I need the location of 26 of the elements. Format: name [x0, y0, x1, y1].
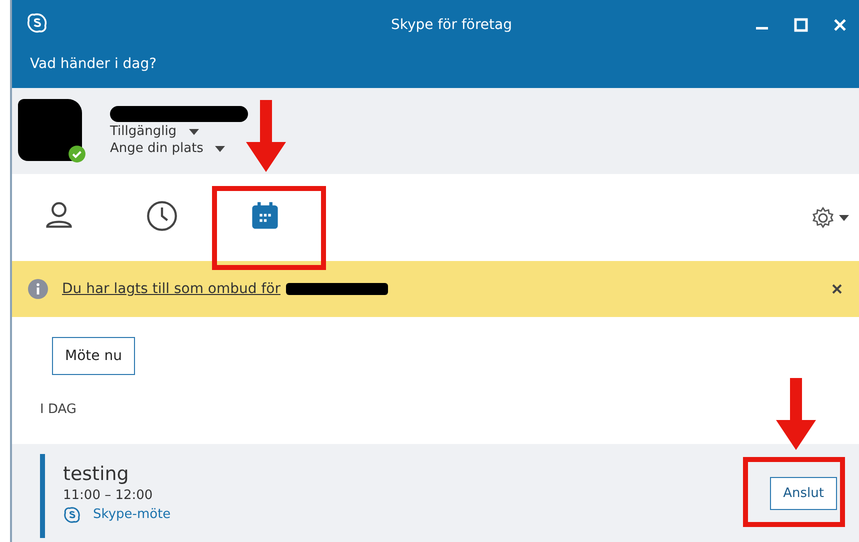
- skype-logo-icon: [63, 506, 81, 524]
- join-button[interactable]: Anslut: [770, 476, 837, 510]
- annotation-arrow: [244, 100, 288, 172]
- caret-icon[interactable]: [188, 128, 199, 134]
- delegate-link[interactable]: Du har lagts till som ombud för: [62, 281, 280, 297]
- info-icon: [28, 279, 48, 299]
- status-prompt[interactable]: Vad händer i dag?: [12, 56, 157, 72]
- presence-check-icon: [68, 145, 86, 163]
- meet-now-button[interactable]: Möte nu: [52, 337, 135, 375]
- meeting-type-link[interactable]: Skype-möte: [93, 507, 171, 522]
- maximize-icon[interactable]: [794, 18, 808, 32]
- window-title: Skype för företag: [390, 17, 513, 33]
- skype-logo-icon: [26, 12, 48, 34]
- annotation-arrow: [774, 378, 818, 450]
- redaction-mark: [18, 99, 82, 161]
- caret-icon[interactable]: [839, 214, 849, 220]
- caret-icon[interactable]: [215, 146, 226, 152]
- location-dropdown[interactable]: Ange din plats: [110, 141, 204, 156]
- meeting-time: 11:00 – 12:00: [63, 488, 154, 502]
- clock-icon: [146, 200, 178, 232]
- settings-icon[interactable]: [811, 206, 835, 230]
- meeting-title: testing: [63, 462, 130, 484]
- close-icon[interactable]: [831, 283, 843, 295]
- availability-dropdown[interactable]: Tillgänglig: [110, 124, 177, 139]
- section-label: I DAG: [40, 402, 76, 417]
- calendar-icon: [249, 200, 281, 232]
